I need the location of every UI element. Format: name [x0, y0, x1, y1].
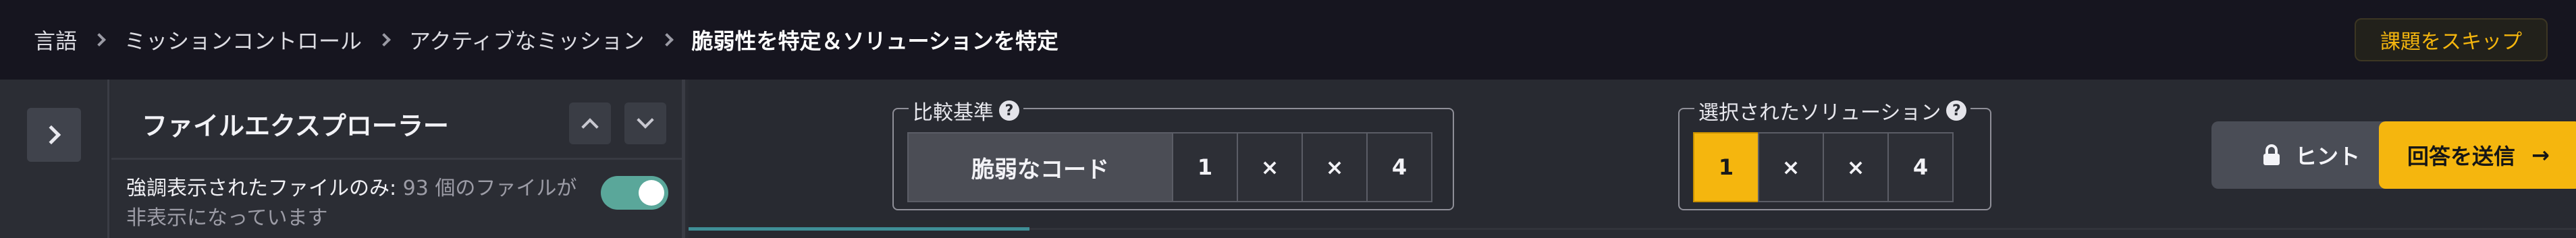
chevron-right-icon [92, 33, 106, 47]
expand-all-button[interactable] [624, 102, 666, 144]
highlighted-only-toggle[interactable] [601, 176, 668, 210]
selected-chip-2[interactable]: × [1758, 132, 1824, 202]
help-icon[interactable]: ? [999, 100, 1019, 121]
selected-chip-4[interactable]: 4 [1887, 132, 1954, 202]
file-explorer-title: ファイルエクスプローラー [142, 111, 449, 141]
baseline-chips: 脆弱なコード 1 × × 4 [907, 132, 1432, 202]
file-explorer-panel: ファイルエクスプローラー 強調表示されたファイルのみ: 93 個のファイルが非表… [111, 80, 685, 238]
lock-icon [2263, 144, 2280, 165]
main-panel: 比較基準 ? 脆弱なコード 1 × × 4 選択されたソリューション ? 1 ×… [689, 80, 2576, 238]
selected-solution-group: 選択されたソリューション ? 1 × × 4 [1678, 96, 1991, 210]
selected-chip-1[interactable]: 1 [1693, 132, 1759, 202]
submit-label: 回答を送信 [2407, 144, 2516, 169]
chevron-right-icon [41, 125, 61, 145]
progress-indicator [689, 227, 1029, 231]
chevron-right-icon [660, 33, 674, 47]
hint-label: ヒント [2295, 144, 2360, 169]
breadcrumb: 言語 ミッションコントロール アクティブなミッション 脆弱性を特定＆ソリューショ… [34, 24, 1058, 55]
baseline-label: 比較基準 ? [909, 96, 1023, 125]
baseline-chip-1: 1 [1172, 132, 1238, 202]
selected-chip-3[interactable]: × [1823, 132, 1889, 202]
breadcrumb-item-active-missions[interactable]: アクティブなミッション [409, 24, 644, 55]
baseline-chip-2: × [1237, 132, 1303, 202]
breadcrumb-item-mission-control[interactable]: ミッションコントロール [124, 24, 362, 55]
chevron-right-icon [377, 33, 391, 47]
highlighted-files-filter-label: 強調表示されたファイルのみ: 93 個のファイルが非表示になっています [126, 174, 585, 233]
help-icon[interactable]: ? [1946, 100, 1967, 121]
selected-solution-label: 選択されたソリューション ? [1694, 96, 1971, 125]
baseline-chip-vulnerable-code: 脆弱なコード [907, 132, 1173, 202]
baseline-group: 比較基準 ? 脆弱なコード 1 × × 4 [892, 96, 1454, 210]
chevron-down-icon [637, 111, 654, 129]
expand-sidebar-button[interactable] [27, 108, 81, 162]
submit-answer-button[interactable]: 回答を送信 → [2379, 121, 2576, 189]
collapse-all-button[interactable] [569, 102, 611, 144]
skip-challenge-button[interactable]: 課題をスキップ [2355, 18, 2548, 61]
side-rail [0, 80, 109, 238]
divider [111, 158, 682, 160]
selected-solution-chips: 1 × × 4 [1693, 132, 1954, 202]
selected-solution-label-text: 選択されたソリューション [1698, 101, 1941, 125]
baseline-chip-4: 4 [1366, 132, 1432, 202]
baseline-chip-3: × [1302, 132, 1368, 202]
toggle-knob [639, 180, 664, 206]
breadcrumb-current: 脆弱性を特定＆ソリューションを特定 [691, 28, 1058, 54]
top-bar: 言語 ミッションコントロール アクティブなミッション 脆弱性を特定＆ソリューショ… [0, 0, 2576, 80]
breadcrumb-item-language[interactable]: 言語 [34, 24, 77, 55]
baseline-label-text: 比較基準 [913, 101, 994, 125]
arrow-right-icon: → [2531, 142, 2550, 168]
chevron-up-icon [581, 118, 599, 136]
filter-highlight-text: 強調表示されたファイルのみ: [126, 177, 397, 200]
